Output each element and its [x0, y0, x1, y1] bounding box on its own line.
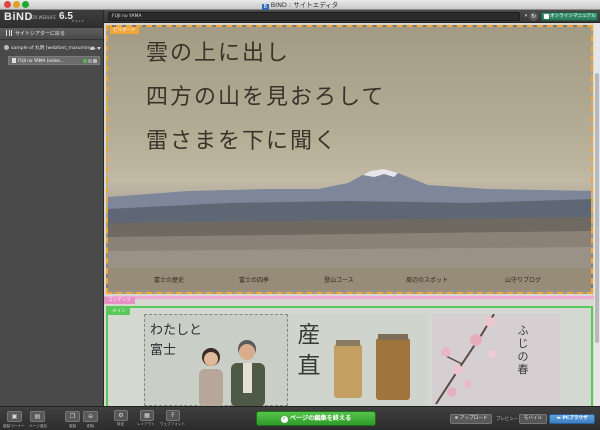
nav-climbing-course-link[interactable]: 登山コース [324, 275, 354, 284]
duplicate-corner-label: 複製コーナー [3, 424, 25, 428]
bottom-toolbar: ⚙ 設定 ▦ レイアウト F ウェブフォント ✓ ページの編集を終える ⊕ アップ… [104, 406, 600, 430]
couple-photo [199, 340, 265, 406]
settings-icon[interactable] [93, 59, 97, 63]
sidebar-bottom-toolbar: ▣ 複製コーナー ▤ ページ追加 ❐ 複製 ⊖ 削除 [0, 406, 104, 430]
back-to-site-theater-button[interactable]: サイトシアターに戻る [0, 28, 103, 40]
page-item-selected[interactable]: FUJI no YAMA (index... [8, 56, 100, 65]
main-area[interactable]: メイン わたしと 富士 産直 ふじの春 [106, 306, 593, 406]
webfont-button[interactable]: F [166, 410, 180, 421]
upload-button[interactable]: ⊕ アップロード [450, 414, 492, 424]
chevron-down-icon[interactable] [97, 47, 101, 50]
duplicate-corner-button[interactable]: ▣ [7, 411, 22, 422]
tile-fuji-spring-title: ふじの春 [517, 324, 529, 376]
main-tag[interactable]: メイン [108, 308, 130, 315]
site-item[interactable]: sample of 丸明 [webfont_maruminya... [0, 44, 103, 54]
url-bar: FUJI no YAMA ▾ ↻ オンラインマニュアル [104, 10, 600, 23]
lock-icon[interactable] [88, 59, 92, 63]
tile-me-and-fuji-line2: 富士 [150, 343, 177, 358]
cherry-blossom-photo [435, 314, 496, 405]
nav-seasons-link[interactable]: 富士の四季 [239, 275, 269, 284]
settings-button[interactable]: ⚙ [114, 410, 128, 421]
tile-fuji-spring[interactable]: ふじの春 [432, 314, 560, 406]
hero-line-3: 雷さまを下に聞く [146, 129, 339, 154]
scrollbar-thumb[interactable] [595, 73, 599, 343]
window-titlebar: B BIND : サイトエディタ [0, 0, 600, 11]
tile-me-and-fuji[interactable]: わたしと 富士 [144, 314, 288, 406]
jars-photo [334, 334, 410, 400]
eye-icon[interactable] [90, 47, 95, 50]
book-icon [544, 14, 549, 19]
app-window: B BIND : サイトエディタ BiND FOR WEBLIFE 6.5 6.x… [0, 0, 600, 430]
check-icon: ✓ [280, 416, 288, 423]
grid-icon [6, 30, 12, 36]
copy-label: 複製 [69, 424, 77, 428]
add-page-label: ページ追加 [29, 424, 47, 428]
contents-tag[interactable]: コンテンツ [104, 297, 135, 304]
contents-divider [104, 296, 594, 299]
pc-browser-preview-button[interactable]: ◂▸ PCブラウザ [549, 414, 595, 424]
delete-label: 削除 [87, 424, 95, 428]
billboard-nav: 富士の歴史 富士の四季 登山コース 周辺のスポット 山守りブログ [108, 268, 591, 290]
app-build: 6.x.x.x [72, 19, 84, 23]
mobile-preview-button[interactable]: モバイル [519, 414, 547, 424]
billboard-area[interactable]: ビルボード 雲の上に出し 四方の山を見おろして 雷さまを下に聞く 富士の歴史 富… [106, 25, 593, 294]
published-status-icon [83, 59, 87, 63]
tile-local-produce-title: 産直 [297, 322, 321, 379]
preview-label: プレビュー [496, 417, 518, 422]
online-manual-button[interactable]: オンラインマニュアル [541, 12, 598, 21]
delete-button[interactable]: ⊖ [83, 411, 98, 422]
settings-label: 設定 [117, 422, 125, 426]
finish-editing-button[interactable]: ✓ ページの編集を終える [256, 411, 376, 426]
canvas-scrollbar[interactable] [594, 23, 600, 406]
hero-line-2: 四方の山を見おろして [146, 85, 386, 110]
billboard-tag[interactable]: ビルボード [110, 27, 139, 34]
page-url-field[interactable]: FUJI no YAMA [108, 12, 520, 21]
hero-line-1: 雲の上に出し [146, 41, 291, 66]
reload-icon[interactable]: ↻ [529, 12, 538, 21]
add-page-button[interactable]: ▤ [30, 411, 45, 422]
window-title: B BIND : サイトエディタ [261, 1, 339, 11]
copy-button[interactable]: ❐ [65, 411, 80, 422]
logo-area: BiND FOR WEBLIFE 6.5 6.x.x.x [0, 10, 103, 28]
editor-canvas[interactable]: ビルボード 雲の上に出し 四方の山を見おろして 雷さまを下に聞く 富士の歴史 富… [104, 23, 600, 406]
nav-history-link[interactable]: 富士の歴史 [154, 275, 184, 284]
logo-subtitle: FOR WEBLIFE [29, 15, 56, 20]
layout-label: レイアウト [137, 422, 155, 426]
page-icon [12, 58, 16, 63]
sidebar: BiND FOR WEBLIFE 6.5 6.x.x.x サイトシアターに戻る … [0, 10, 104, 430]
layout-button[interactable]: ▦ [140, 410, 154, 421]
webfont-label: ウェブフォント [160, 422, 186, 426]
site-tree: sample of 丸明 [webfont_maruminya... FUJI … [0, 40, 103, 65]
gear-icon[interactable] [4, 45, 9, 50]
tile-local-produce[interactable]: 産直 [288, 314, 428, 406]
nav-blog-link[interactable]: 山守りブログ [505, 275, 541, 284]
app-version: 6.5 [59, 11, 73, 22]
nav-nearby-spots-link[interactable]: 周辺のスポット [406, 275, 448, 284]
page-status-icons [82, 58, 97, 64]
